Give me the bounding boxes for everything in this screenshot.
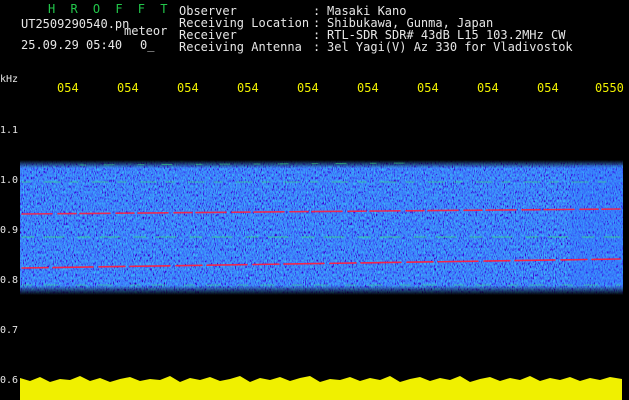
noise-fade bbox=[20, 160, 623, 295]
freq-tick: 1.0 bbox=[0, 175, 19, 186]
freq-tick: 0.8 bbox=[0, 275, 19, 286]
app-title: H R O F F T bbox=[48, 2, 172, 16]
date-time: 25.09.29 05:40 bbox=[21, 38, 123, 52]
bright-region bbox=[570, 165, 623, 285]
time-tick: 054 bbox=[57, 81, 79, 95]
time-tick: 054 bbox=[417, 81, 439, 95]
spectrogram bbox=[20, 160, 623, 400]
time-tick: 054 bbox=[177, 81, 199, 95]
freq-tick: 0.6 bbox=[0, 375, 19, 386]
freq-tick: 0.7 bbox=[0, 325, 19, 336]
time-tick: 054 bbox=[297, 81, 319, 95]
time-tick: 054 bbox=[537, 81, 559, 95]
freq-tick: 0.9 bbox=[0, 225, 19, 236]
freq-tick: 1.1 bbox=[0, 125, 19, 136]
antenna-label: Receiving Antenna bbox=[179, 40, 302, 54]
freq-unit: kHz bbox=[0, 74, 19, 85]
antenna-value: 3el Yagi(V) Az 330 for Vladivostok bbox=[327, 40, 573, 54]
meteor-count: 0_ bbox=[140, 38, 155, 52]
time-tick: 0550 bbox=[595, 81, 624, 95]
file-name: UT2509290540.pn bbox=[21, 17, 130, 31]
colon: : bbox=[313, 40, 321, 54]
time-tick: 054 bbox=[357, 81, 379, 95]
amplitude-strip bbox=[20, 376, 622, 400]
meteor-label: meteor bbox=[124, 24, 168, 38]
time-tick: 054 bbox=[117, 81, 139, 95]
time-tick: 054 bbox=[477, 81, 499, 95]
time-tick: 054 bbox=[237, 81, 259, 95]
